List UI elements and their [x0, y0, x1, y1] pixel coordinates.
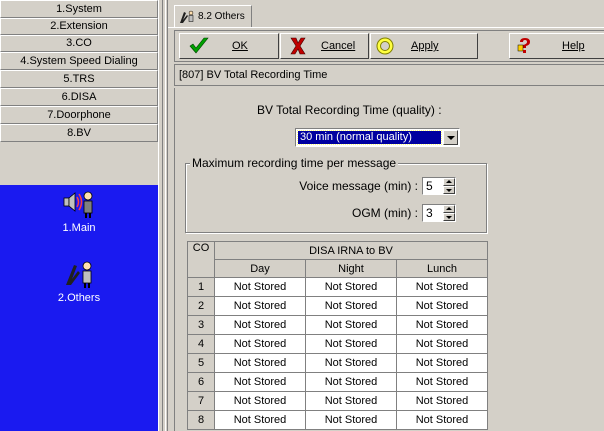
apply-button-label: Apply	[411, 40, 439, 52]
ok-button-label: OK	[232, 40, 248, 52]
ogm-spinner[interactable]: 3	[422, 204, 456, 222]
sidebar-item-system-speed-dialing[interactable]: 4.System Speed Dialing	[0, 52, 158, 70]
cancel-button[interactable]: Cancel	[280, 33, 369, 59]
table-cell[interactable]: Not Stored	[214, 353, 306, 373]
table-row: 5 Not Stored Not Stored Not Stored	[187, 353, 488, 373]
sidebar-item-system[interactable]: 1.System	[0, 0, 158, 18]
wrench-person-icon	[66, 261, 92, 288]
disa-irna-header: DISA IRNA to BV	[214, 241, 488, 260]
disa-irna-table: CO DISA IRNA to BV Day Night Lunch 1 Not …	[187, 241, 488, 430]
sidebar-item-extension[interactable]: 2.Extension	[0, 18, 158, 35]
ogm-value: 3	[426, 206, 433, 220]
apply-button[interactable]: Apply	[370, 33, 478, 59]
max-recording-group	[185, 163, 487, 233]
sidebar-item-bv[interactable]: 8.BV	[0, 124, 158, 142]
row-co-number: 7	[187, 391, 215, 411]
pane-splitter[interactable]	[158, 0, 168, 431]
table-cell[interactable]: Not Stored	[396, 334, 488, 354]
wrench-person-icon	[180, 10, 194, 23]
table-cell[interactable]: Not Stored	[396, 391, 488, 411]
main-area: 8.2 Others OK Cancel Apply Help [807] BV…	[168, 0, 604, 431]
ogm-label: OGM (min) :	[352, 206, 418, 220]
table-cell[interactable]: Not Stored	[214, 296, 306, 316]
table-cell[interactable]: Not Stored	[396, 353, 488, 373]
max-recording-group-title: Maximum recording time per message	[190, 156, 399, 170]
voice-message-value: 5	[426, 179, 433, 193]
help-button-label: Help	[562, 40, 585, 52]
table-cell[interactable]: Not Stored	[214, 277, 306, 297]
table-row: 3 Not Stored Not Stored Not Stored	[187, 315, 488, 335]
subpanel-item-main-label: 1.Main	[62, 222, 96, 234]
column-header-day: Day	[214, 259, 306, 278]
table-cell[interactable]: Not Stored	[214, 410, 306, 430]
row-co-number: 6	[187, 372, 215, 392]
setting-title: [807] BV Total Recording Time	[174, 64, 604, 86]
quality-label: BV Total Recording Time (quality) :	[257, 103, 442, 117]
sidebar-item-disa[interactable]: 6.DISA	[0, 88, 158, 106]
table-cell[interactable]: Not Stored	[396, 277, 488, 297]
quality-selected-value: 30 min (normal quality)	[297, 130, 442, 145]
table-cell[interactable]: Not Stored	[305, 372, 397, 392]
table-cell[interactable]: Not Stored	[214, 315, 306, 335]
table-cell[interactable]: Not Stored	[305, 334, 397, 354]
toolbar: OK Cancel Apply Help	[174, 30, 604, 62]
voice-message-spinner[interactable]: 5	[422, 177, 456, 195]
cancel-button-label: Cancel	[321, 40, 356, 52]
subpanel-item-others[interactable]: 2.Others	[0, 259, 158, 304]
sidebar-item-doorphone[interactable]: 7.Doorphone	[0, 106, 158, 124]
table-cell[interactable]: Not Stored	[305, 410, 397, 430]
tab-others[interactable]: 8.2 Others	[174, 5, 252, 27]
row-co-number: 3	[187, 315, 215, 335]
table-cell[interactable]: Not Stored	[214, 334, 306, 354]
table-cell[interactable]: Not Stored	[305, 353, 397, 373]
row-co-number: 4	[187, 334, 215, 354]
spin-down-icon[interactable]	[443, 213, 455, 221]
table-cell[interactable]: Not Stored	[214, 372, 306, 392]
table-cell[interactable]: Not Stored	[305, 315, 397, 335]
table-row: 8 Not Stored Not Stored Not Stored	[187, 410, 488, 430]
checkmark-icon	[189, 37, 209, 54]
table-cell[interactable]: Not Stored	[214, 391, 306, 411]
row-co-number: 5	[187, 353, 215, 373]
table-row: 4 Not Stored Not Stored Not Stored	[187, 334, 488, 354]
table-cell[interactable]: Not Stored	[305, 296, 397, 316]
tab-others-label: 8.2 Others	[198, 11, 245, 22]
spin-up-icon[interactable]	[443, 205, 455, 213]
table-row: 6 Not Stored Not Stored Not Stored	[187, 372, 488, 392]
column-header-lunch: Lunch	[396, 259, 488, 278]
row-co-number: 2	[187, 296, 215, 316]
table-cell[interactable]: Not Stored	[396, 315, 488, 335]
cancel-x-icon	[290, 37, 306, 55]
sidebar-item-co[interactable]: 3.CO	[0, 35, 158, 52]
column-header-night: Night	[305, 259, 397, 278]
table-cell[interactable]: Not Stored	[396, 296, 488, 316]
table-cell[interactable]: Not Stored	[396, 410, 488, 430]
subpanel-item-others-label: 2.Others	[57, 292, 101, 304]
apply-circle-icon	[376, 37, 394, 55]
voice-message-label: Voice message (min) :	[299, 179, 418, 193]
co-header: CO	[187, 241, 215, 278]
table-cell[interactable]: Not Stored	[396, 372, 488, 392]
spin-down-icon[interactable]	[443, 186, 455, 194]
subpanel-item-main[interactable]: 1.Main	[0, 189, 158, 234]
sidebar: 1.System 2.Extension 3.CO 4.System Speed…	[0, 0, 158, 431]
chevron-down-icon[interactable]	[443, 130, 458, 145]
table-cell[interactable]: Not Stored	[305, 277, 397, 297]
table-cell[interactable]: Not Stored	[305, 391, 397, 411]
bv-subpanel: 1.Main 2.Others	[0, 185, 158, 431]
spin-up-icon[interactable]	[443, 178, 455, 186]
row-co-number: 8	[187, 410, 215, 430]
tab-divider	[168, 27, 604, 28]
help-button[interactable]: Help	[509, 33, 604, 59]
quality-select[interactable]: 30 min (normal quality)	[295, 128, 460, 147]
sidebar-item-trs[interactable]: 5.TRS	[0, 70, 158, 88]
table-row: 1 Not Stored Not Stored Not Stored	[187, 277, 488, 297]
ok-button[interactable]: OK	[179, 33, 279, 59]
table-row: 7 Not Stored Not Stored Not Stored	[187, 391, 488, 411]
help-question-icon	[517, 38, 530, 53]
speaker-person-icon	[63, 191, 93, 218]
row-co-number: 1	[187, 277, 215, 297]
table-row: 2 Not Stored Not Stored Not Stored	[187, 296, 488, 316]
